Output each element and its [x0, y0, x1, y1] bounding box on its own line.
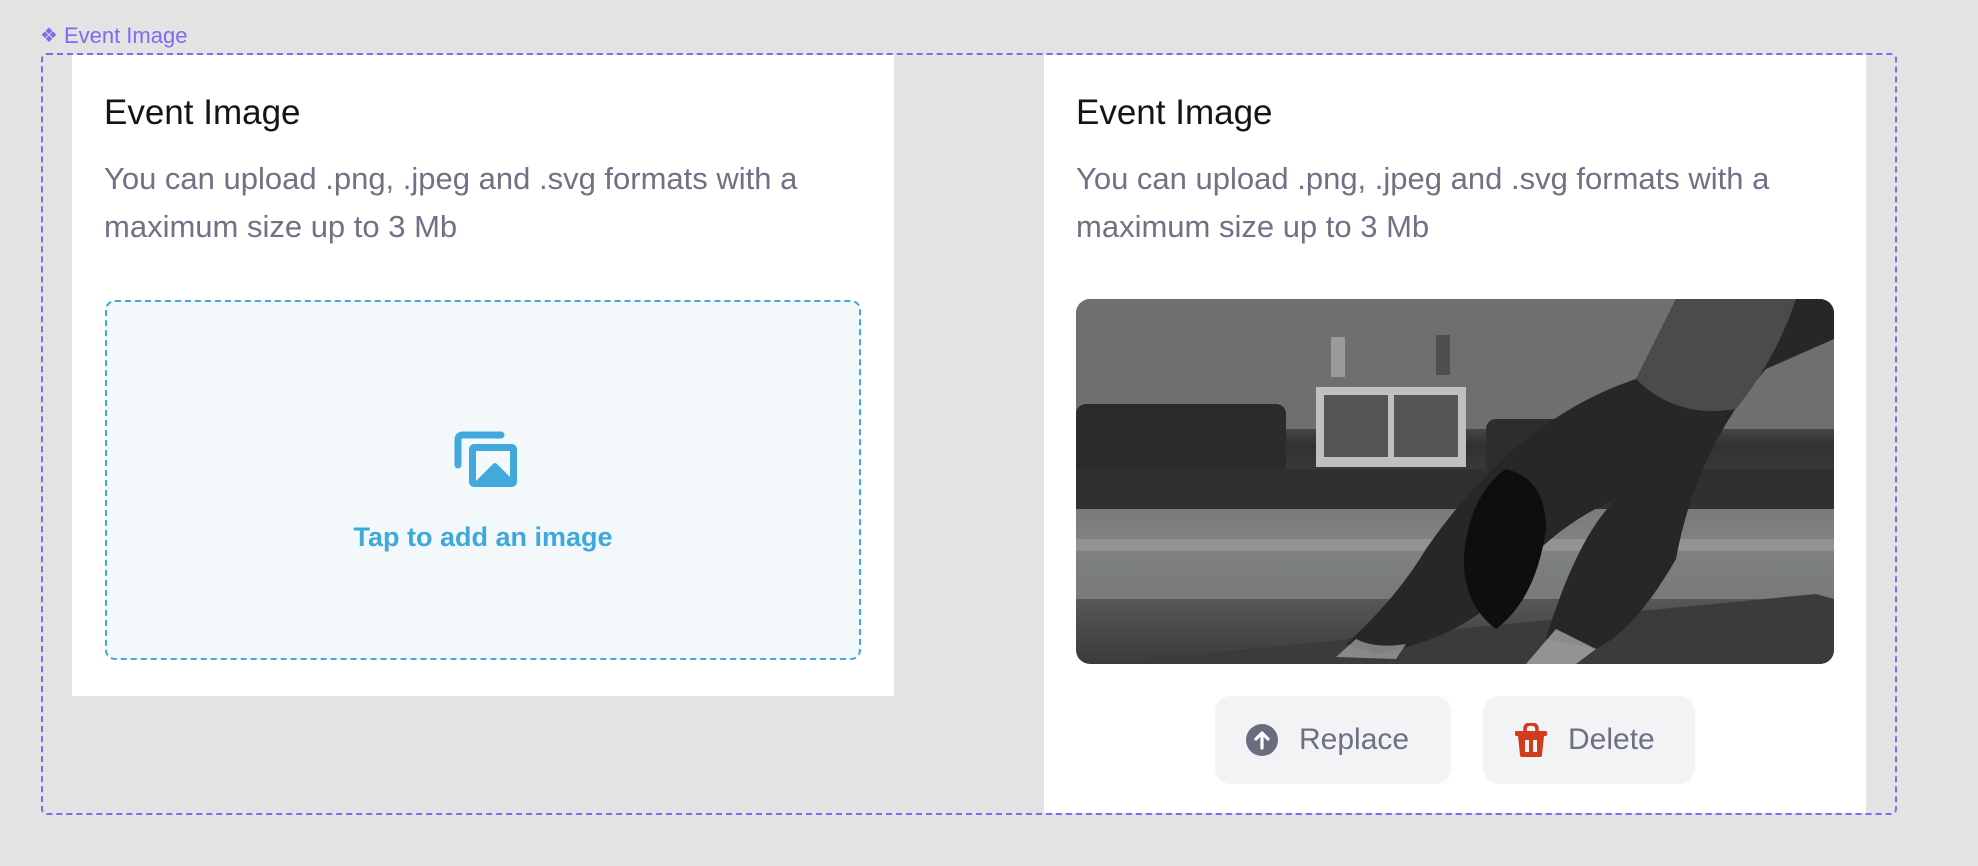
event-image-card-uploaded: Event Image You can upload .png, .jpeg a…	[1044, 55, 1866, 813]
card-description: You can upload .png, .jpeg and .svg form…	[104, 161, 798, 244]
component-frame-label: ❖ Event Image	[40, 22, 187, 50]
image-gallery-icon	[454, 431, 517, 487]
image-dropzone[interactable]: Tap to add an image	[105, 300, 861, 660]
replace-label: Replace	[1299, 723, 1410, 756]
delete-image-button[interactable]: Delete	[1483, 696, 1695, 784]
card-title: Event Image	[104, 93, 301, 132]
event-image-card-empty: Event Image You can upload .png, .jpeg a…	[72, 55, 894, 696]
component-frame-title: Event Image	[63, 23, 188, 48]
upload-circle-icon	[1246, 724, 1278, 756]
uploaded-image-preview	[1076, 299, 1834, 664]
yoga-photo	[1076, 299, 1834, 664]
card-title: Event Image	[1076, 93, 1273, 132]
component-diamond-icon: ❖	[40, 25, 58, 47]
card-description: You can upload .png, .jpeg and .svg form…	[1076, 161, 1770, 244]
trash-icon	[1515, 723, 1547, 757]
replace-image-button[interactable]: Replace	[1215, 696, 1451, 784]
delete-label: Delete	[1568, 723, 1655, 756]
dropzone-label: Tap to add an image	[353, 522, 613, 552]
